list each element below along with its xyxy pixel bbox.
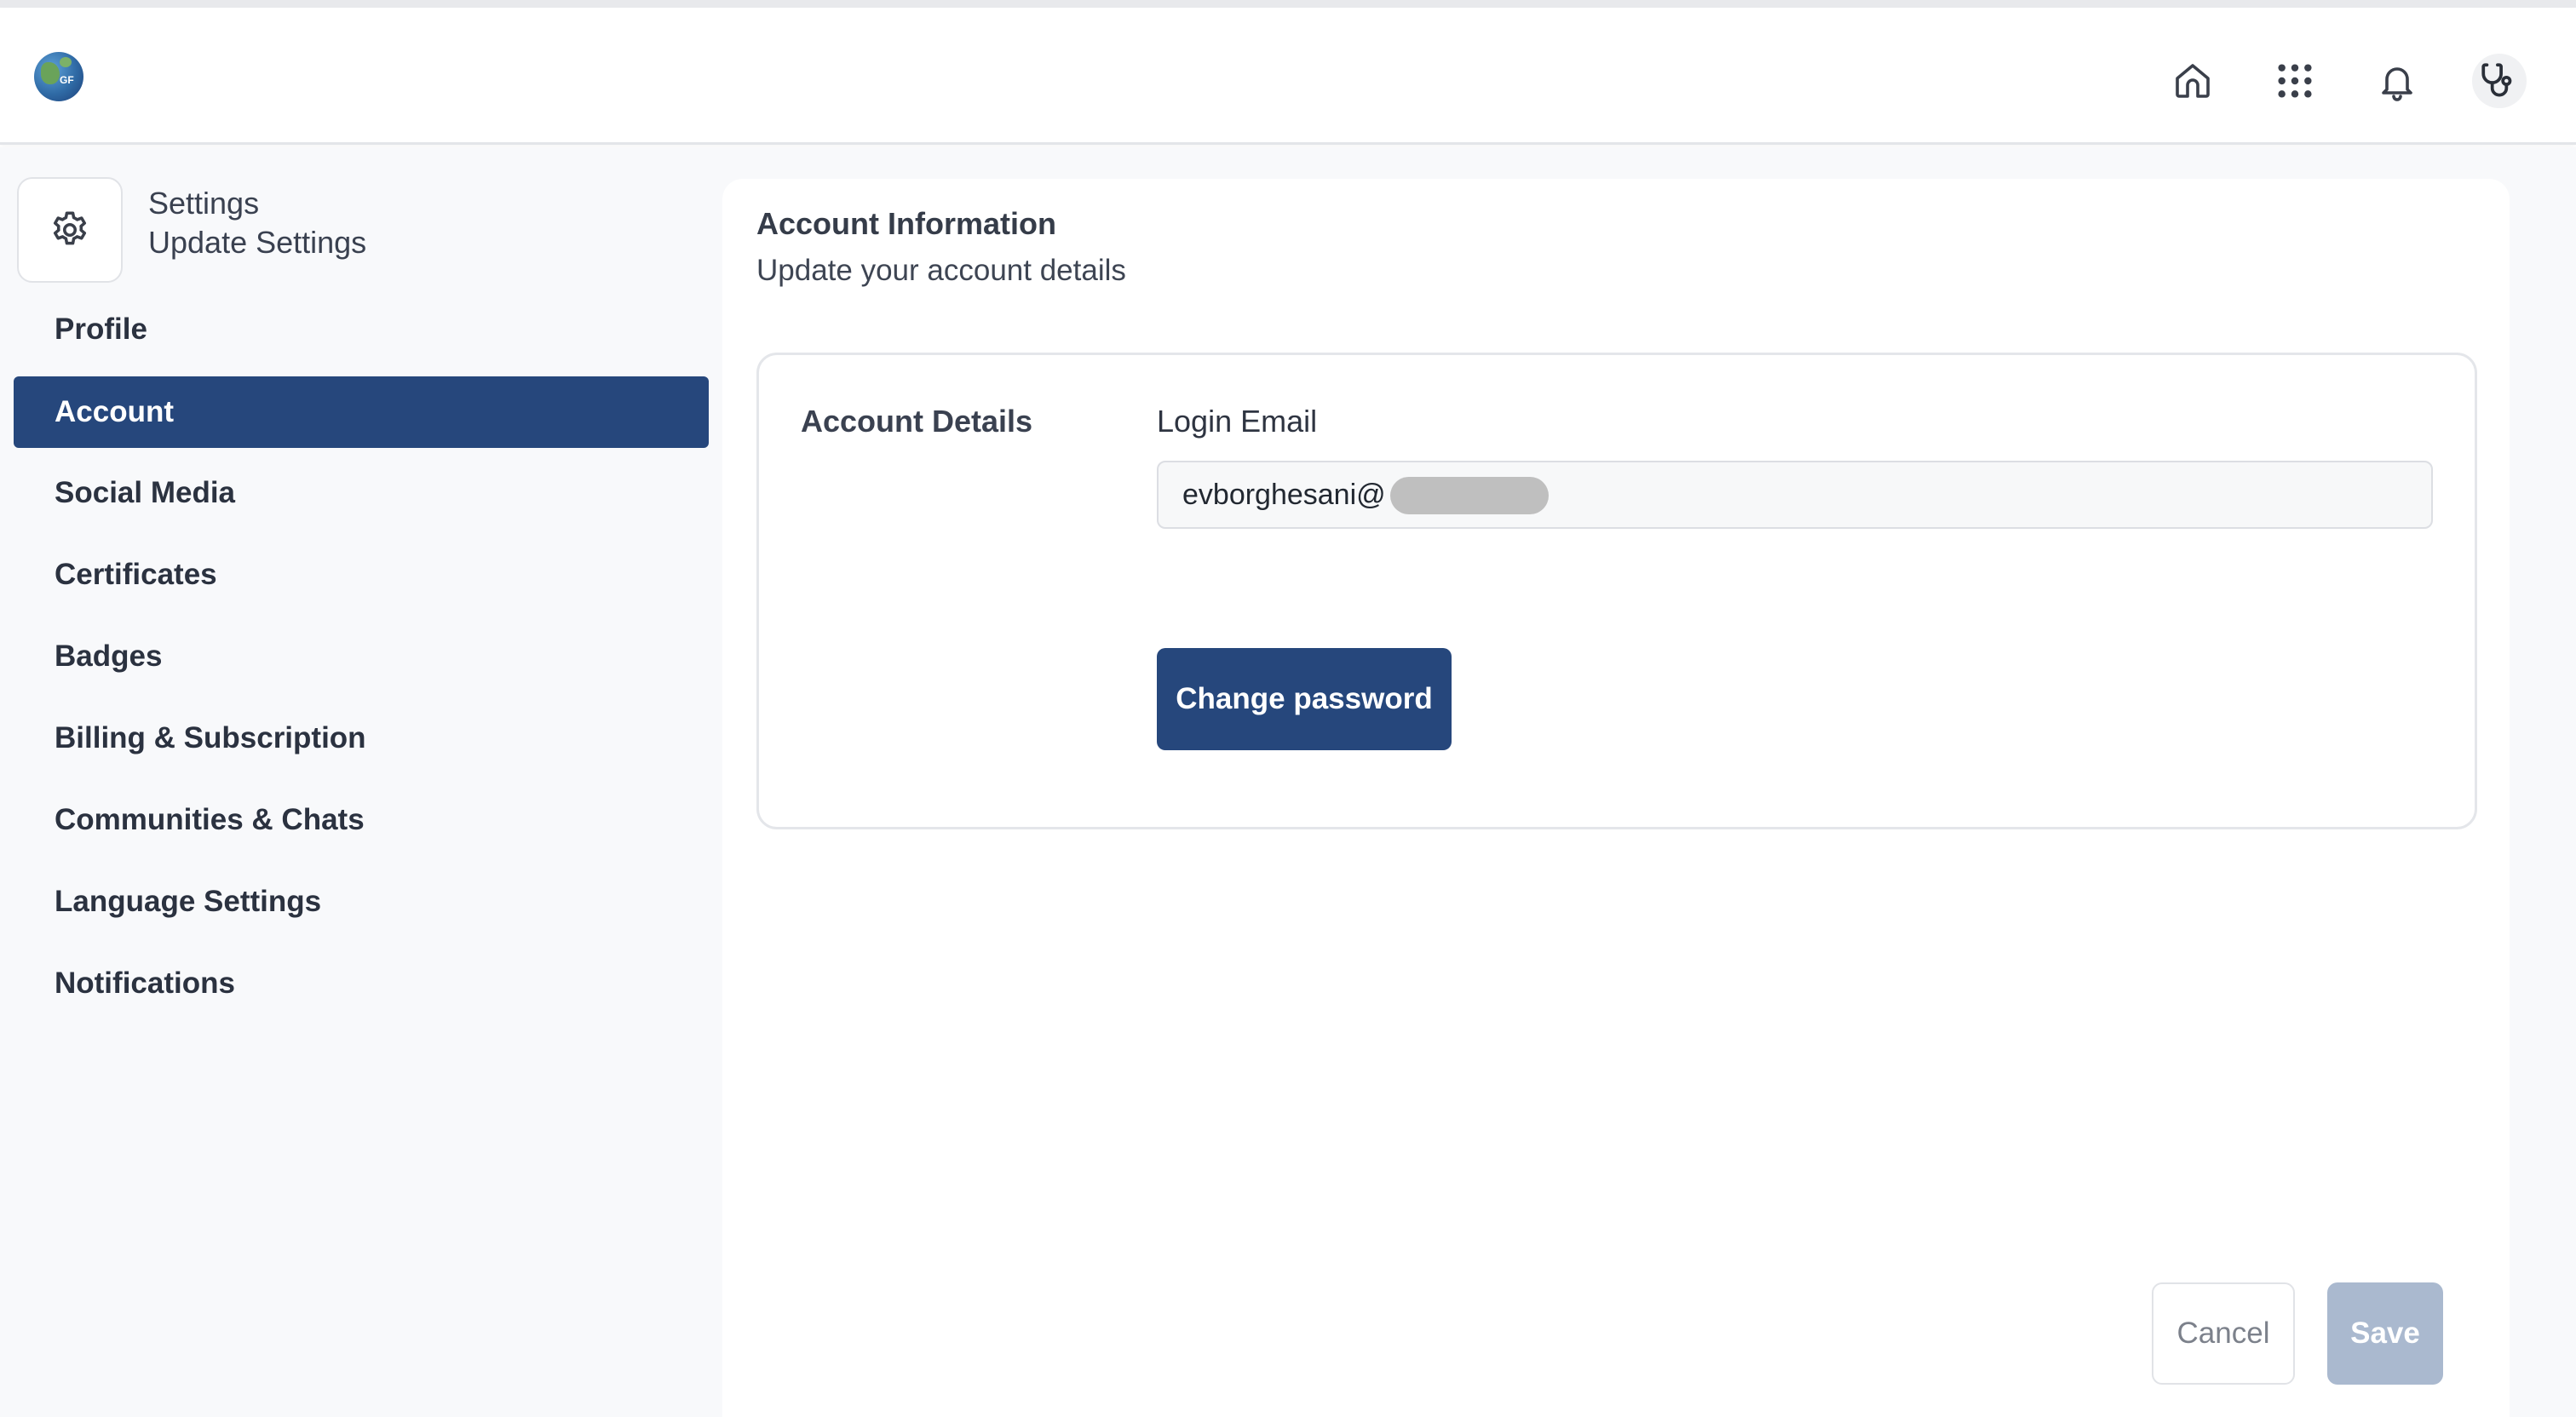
- sidebar-item-certificates[interactable]: Certificates: [14, 539, 709, 611]
- login-email-field[interactable]: [1157, 461, 2433, 529]
- bell-icon[interactable]: [2372, 55, 2423, 106]
- top-header: GF: [0, 8, 2576, 145]
- account-details-label: Account Details: [801, 404, 1033, 439]
- save-button[interactable]: Save: [2327, 1282, 2443, 1385]
- sidebar-title: Settings: [148, 186, 260, 221]
- page-subtitle: Update your account details: [756, 254, 1126, 287]
- page-title: Account Information: [756, 206, 1056, 241]
- login-email-label: Login Email: [1157, 404, 1318, 439]
- sidebar-item-notifications[interactable]: Notifications: [14, 948, 709, 1019]
- stethoscope-avatar-icon[interactable]: [2472, 54, 2527, 108]
- gear-icon: [53, 211, 87, 245]
- change-password-button[interactable]: Change password: [1157, 648, 1452, 750]
- sidebar-item-communities[interactable]: Communities & Chats: [14, 784, 709, 856]
- sidebar-item-language[interactable]: Language Settings: [14, 866, 709, 938]
- sidebar-item-social-media[interactable]: Social Media: [14, 457, 709, 529]
- sidebar-item-profile[interactable]: Profile: [14, 294, 709, 365]
- sidebar-item-badges[interactable]: Badges: [14, 621, 709, 692]
- browser-top-edge: [0, 0, 2576, 8]
- globe-logo-icon[interactable]: GF: [34, 52, 83, 101]
- sidebar-item-billing[interactable]: Billing & Subscription: [14, 703, 709, 774]
- home-icon[interactable]: [2167, 55, 2218, 106]
- apps-grid-icon[interactable]: [2269, 55, 2320, 106]
- cancel-button[interactable]: Cancel: [2152, 1282, 2295, 1385]
- redacted-email-domain: [1390, 477, 1549, 514]
- settings-gear-box: [17, 177, 123, 283]
- sidebar-subtitle: Update Settings: [148, 225, 367, 260]
- sidebar-item-account[interactable]: Account: [14, 376, 709, 448]
- logo-mark: GF: [60, 74, 74, 86]
